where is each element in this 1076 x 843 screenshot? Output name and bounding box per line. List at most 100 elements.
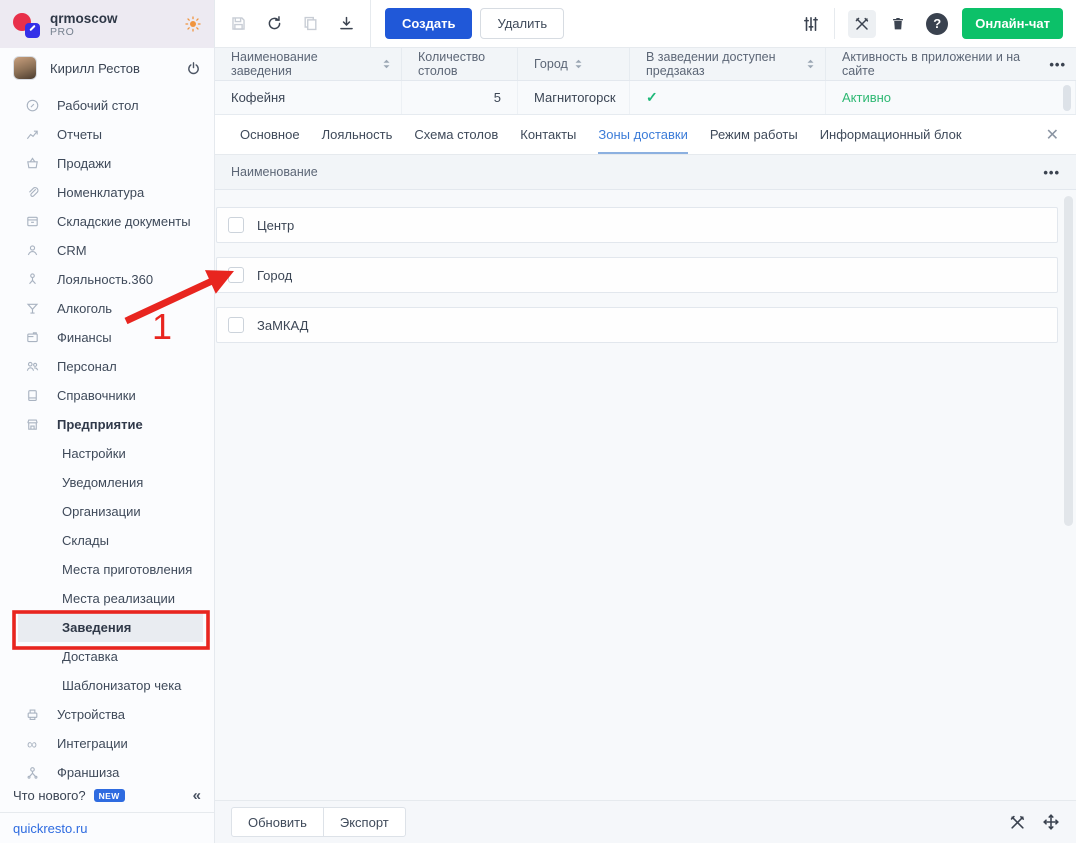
tab-info-block[interactable]: Информационный блок: [820, 115, 962, 154]
sidebar-item-label: Справочники: [57, 388, 136, 403]
sidebar-item-label: Алкоголь: [57, 301, 112, 316]
table-scrollbar-thumb[interactable]: [1063, 85, 1071, 111]
collapse-sidebar-icon[interactable]: «: [193, 787, 201, 804]
theme-sun-icon[interactable]: [185, 16, 201, 32]
logout-power-icon[interactable]: [186, 61, 201, 76]
tools-icon[interactable]: [1009, 814, 1026, 831]
sidebar-item-loyalty360[interactable]: Лояльность.360: [0, 265, 214, 294]
sort-icon[interactable]: [574, 58, 583, 70]
sidebar-subitem-receipt-templater[interactable]: Шаблонизатор чека: [0, 671, 214, 700]
sidebar-item-reports[interactable]: Отчеты: [0, 120, 214, 149]
tab-table-scheme[interactable]: Схема столов: [414, 115, 498, 154]
sidebar-subitem-venues[interactable]: Заведения: [18, 613, 203, 642]
move-arrows-icon[interactable]: [1042, 813, 1060, 831]
tab-loyalty[interactable]: Лояльность: [322, 115, 393, 154]
sidebar-subitem-settings[interactable]: Настройки: [0, 439, 214, 468]
sidebar-item-sales[interactable]: Продажи: [0, 149, 214, 178]
brand-header: qrmoscow PRO: [0, 0, 214, 48]
bottom-bar: Обновить Экспорт: [215, 800, 1076, 843]
column-label: Активность в приложении и на сайте: [842, 50, 1049, 78]
quickresto-link[interactable]: quickresto.ru: [13, 821, 87, 836]
top-toolbar: Создать Удалить ? Онлайн-чат: [215, 0, 1076, 48]
column-header-activity[interactable]: Активность в приложении и на сайте •••: [826, 48, 1076, 80]
sidebar-subitem-notifications[interactable]: Уведомления: [0, 468, 214, 497]
sidebar-item-label: Лояльность.360: [57, 272, 153, 287]
tools-icon[interactable]: [848, 10, 876, 38]
zone-checkbox[interactable]: [228, 217, 244, 233]
save-icon[interactable]: [230, 15, 247, 32]
sidebar-subitem-sales-places[interactable]: Места реализации: [0, 584, 214, 613]
filter-sliders-icon[interactable]: [802, 15, 820, 33]
refresh-icon[interactable]: [266, 15, 283, 32]
zones-list-header: Наименование •••: [215, 155, 1076, 190]
trash-icon[interactable]: [890, 16, 906, 32]
sidebar-item-label: Рабочий стол: [57, 98, 139, 113]
sidebar-item-staff[interactable]: Персонал: [0, 352, 214, 381]
export-button[interactable]: Экспорт: [323, 807, 406, 837]
sidebar-item-label: CRM: [57, 243, 87, 258]
subitem-label: Склады: [62, 533, 109, 548]
list-scrollbar-thumb[interactable]: [1064, 196, 1073, 526]
zone-checkbox[interactable]: [228, 267, 244, 283]
zone-row-zamkad[interactable]: ЗаМКАД: [216, 307, 1058, 343]
close-icon[interactable]: ✕: [1046, 125, 1059, 145]
tab-contacts[interactable]: Контакты: [520, 115, 576, 154]
copy-icon[interactable]: [302, 15, 319, 32]
brand-name: qrmoscow: [50, 11, 118, 26]
create-button[interactable]: Создать: [385, 8, 472, 39]
sidebar-item-warehouse-docs[interactable]: Складские документы: [0, 207, 214, 236]
divider: [370, 0, 371, 47]
sidebar-item-integrations[interactable]: ∞ Интеграции: [0, 729, 214, 758]
tab-label: Зоны доставки: [598, 127, 687, 142]
sidebar-item-crm[interactable]: CRM: [0, 236, 214, 265]
zone-label: ЗаМКАД: [257, 318, 308, 333]
sidebar-item-label: Интеграции: [57, 736, 128, 751]
zone-checkbox[interactable]: [228, 317, 244, 333]
sort-icon[interactable]: [382, 58, 391, 70]
subitem-label: Организации: [62, 504, 141, 519]
sidebar-item-label: Франшиза: [57, 765, 119, 780]
archive-box-icon: [24, 214, 40, 230]
subitem-label: Заведения: [62, 620, 131, 635]
venue-table-row[interactable]: Кофейня 5 Магнитогорск ✓ Активно: [215, 81, 1076, 115]
column-header-venue-name[interactable]: Наименование заведения: [215, 48, 402, 80]
delete-button[interactable]: Удалить: [480, 8, 564, 39]
online-chat-button[interactable]: Онлайн-чат: [962, 8, 1063, 39]
user-row[interactable]: Кирилл Рестов: [0, 48, 214, 88]
whats-new-row[interactable]: Что нового? NEW «: [0, 780, 214, 810]
bottom-button-group: Обновить Экспорт: [231, 807, 406, 837]
tab-delivery-zones[interactable]: Зоны доставки: [598, 115, 687, 154]
sidebar-item-devices[interactable]: Устройства: [0, 700, 214, 729]
sidebar-footer: Что нового? NEW « quickresto.ru: [0, 780, 214, 843]
download-icon[interactable]: [338, 15, 355, 32]
tab-working-hours[interactable]: Режим работы: [710, 115, 798, 154]
subitem-label: Уведомления: [62, 475, 143, 490]
table-menu-dots-icon[interactable]: •••: [1049, 57, 1066, 72]
sidebar-subitem-organizations[interactable]: Организации: [0, 497, 214, 526]
sidebar-item-enterprise[interactable]: Предприятие: [0, 410, 214, 439]
zone-row-city[interactable]: Город: [216, 257, 1058, 293]
column-header-tables-count[interactable]: Количество столов: [402, 48, 518, 80]
tab-label: Информационный блок: [820, 127, 962, 142]
sort-icon[interactable]: [806, 58, 815, 70]
sidebar-item-nomenclature[interactable]: Номенклатура: [0, 178, 214, 207]
column-header-city[interactable]: Город: [518, 48, 630, 80]
column-header-preorder[interactable]: В заведении доступен предзаказ: [630, 48, 826, 80]
sidebar-item-finance[interactable]: Финансы: [0, 323, 214, 352]
storefront-icon: [24, 417, 40, 433]
sidebar-subitem-warehouses[interactable]: Склады: [0, 526, 214, 555]
cell-activity: Активно: [826, 81, 1076, 114]
sidebar-item-dashboard[interactable]: Рабочий стол: [0, 91, 214, 120]
sidebar-item-references[interactable]: Справочники: [0, 381, 214, 410]
sidebar-subitem-delivery[interactable]: Доставка: [0, 642, 214, 671]
venue-detail-tabs: Основное Лояльность Схема столов Контакт…: [215, 115, 1076, 155]
sidebar-subitem-cooking-places[interactable]: Места приготовления: [0, 555, 214, 584]
zones-menu-dots-icon[interactable]: •••: [1043, 165, 1060, 180]
refresh-button[interactable]: Обновить: [231, 807, 324, 837]
zone-row-center[interactable]: Центр: [216, 207, 1058, 243]
main-area: Создать Удалить ? Онлайн-чат Наименовани…: [215, 0, 1076, 843]
sidebar-item-alcohol[interactable]: Алкоголь: [0, 294, 214, 323]
tab-main[interactable]: Основное: [240, 115, 300, 154]
help-icon[interactable]: ?: [926, 13, 948, 35]
zone-label: Город: [257, 268, 292, 283]
